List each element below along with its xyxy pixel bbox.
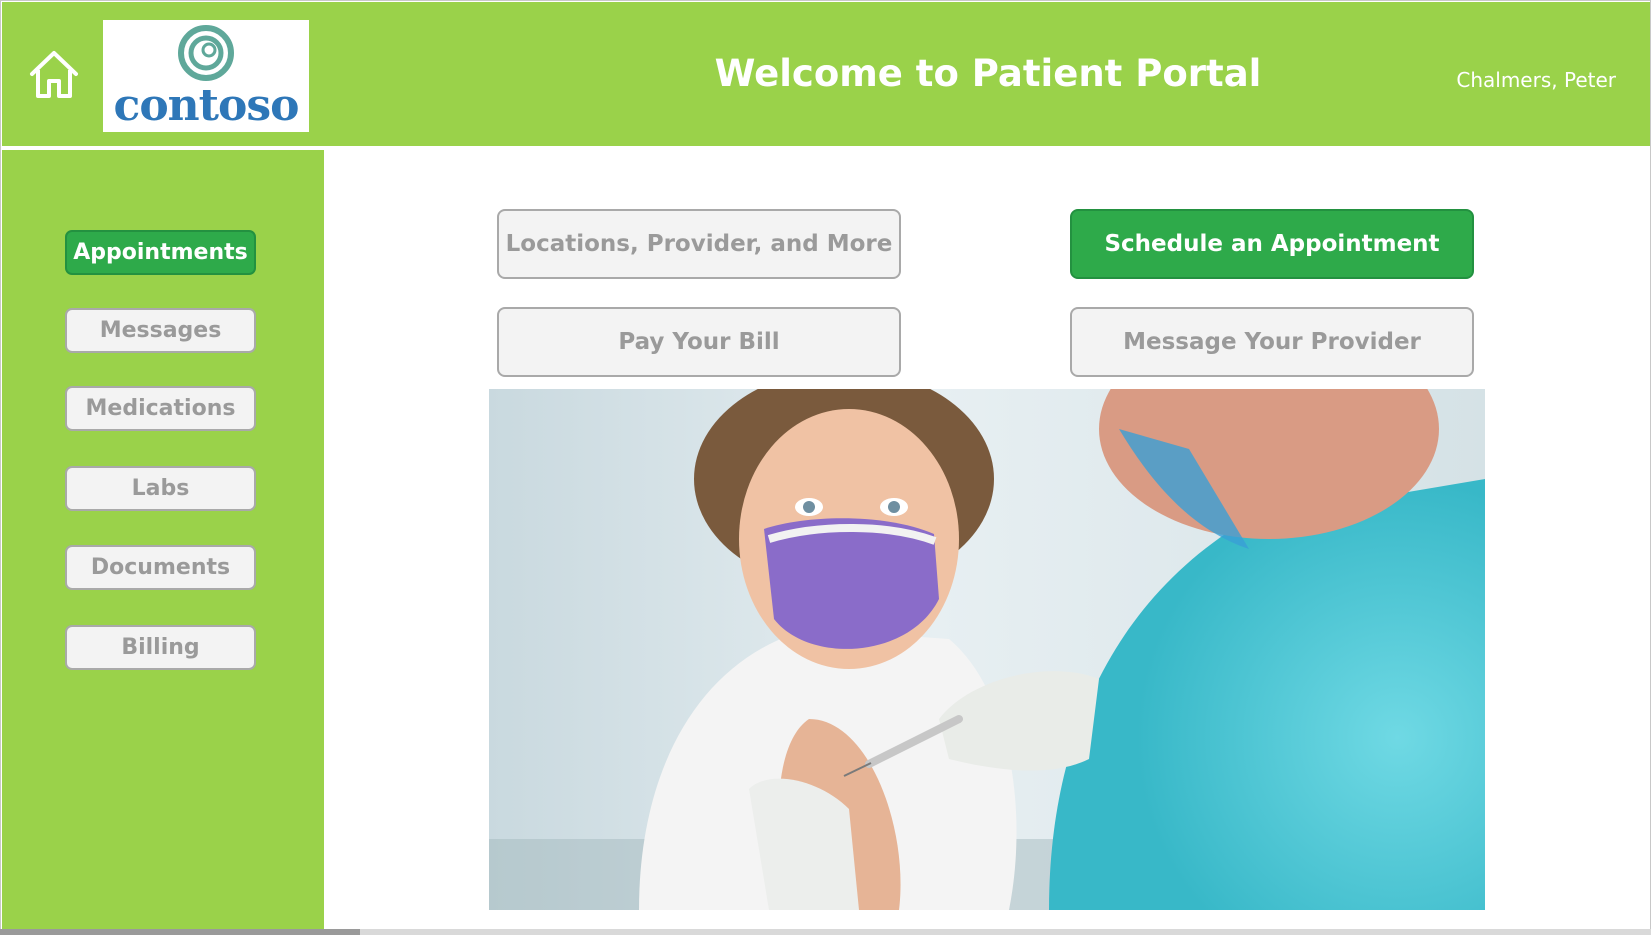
sidebar-item-billing[interactable]: Billing xyxy=(65,625,256,670)
sidebar-item-labs[interactable]: Labs xyxy=(65,466,256,511)
sidebar-item-documents[interactable]: Documents xyxy=(65,545,256,590)
logo-mark-icon xyxy=(178,25,234,81)
scrollbar-thumb[interactable] xyxy=(0,929,360,935)
sidebar-item-appointments[interactable]: Appointments xyxy=(65,230,256,275)
user-name[interactable]: Chalmers, Peter xyxy=(1456,66,1616,94)
pay-bill-button[interactable]: Pay Your Bill xyxy=(497,307,901,377)
hero-image xyxy=(489,389,1485,910)
schedule-appointment-button[interactable]: Schedule an Appointment xyxy=(1070,209,1474,279)
sidebar-item-messages[interactable]: Messages xyxy=(65,308,256,353)
sidebar-item-medications[interactable]: Medications xyxy=(65,386,256,431)
home-icon[interactable] xyxy=(26,46,82,102)
sidebar: Appointments Messages Medications Labs D… xyxy=(2,150,324,929)
logo-text: contoso xyxy=(113,80,300,131)
locations-provider-button[interactable]: Locations, Provider, and More xyxy=(497,209,901,279)
message-provider-button[interactable]: Message Your Provider xyxy=(1070,307,1474,377)
contoso-logo: contoso xyxy=(103,20,309,132)
header-bar: contoso Welcome to Patient Portal Chalme… xyxy=(2,2,1650,146)
page-title: Welcome to Patient Portal xyxy=(714,52,1262,95)
